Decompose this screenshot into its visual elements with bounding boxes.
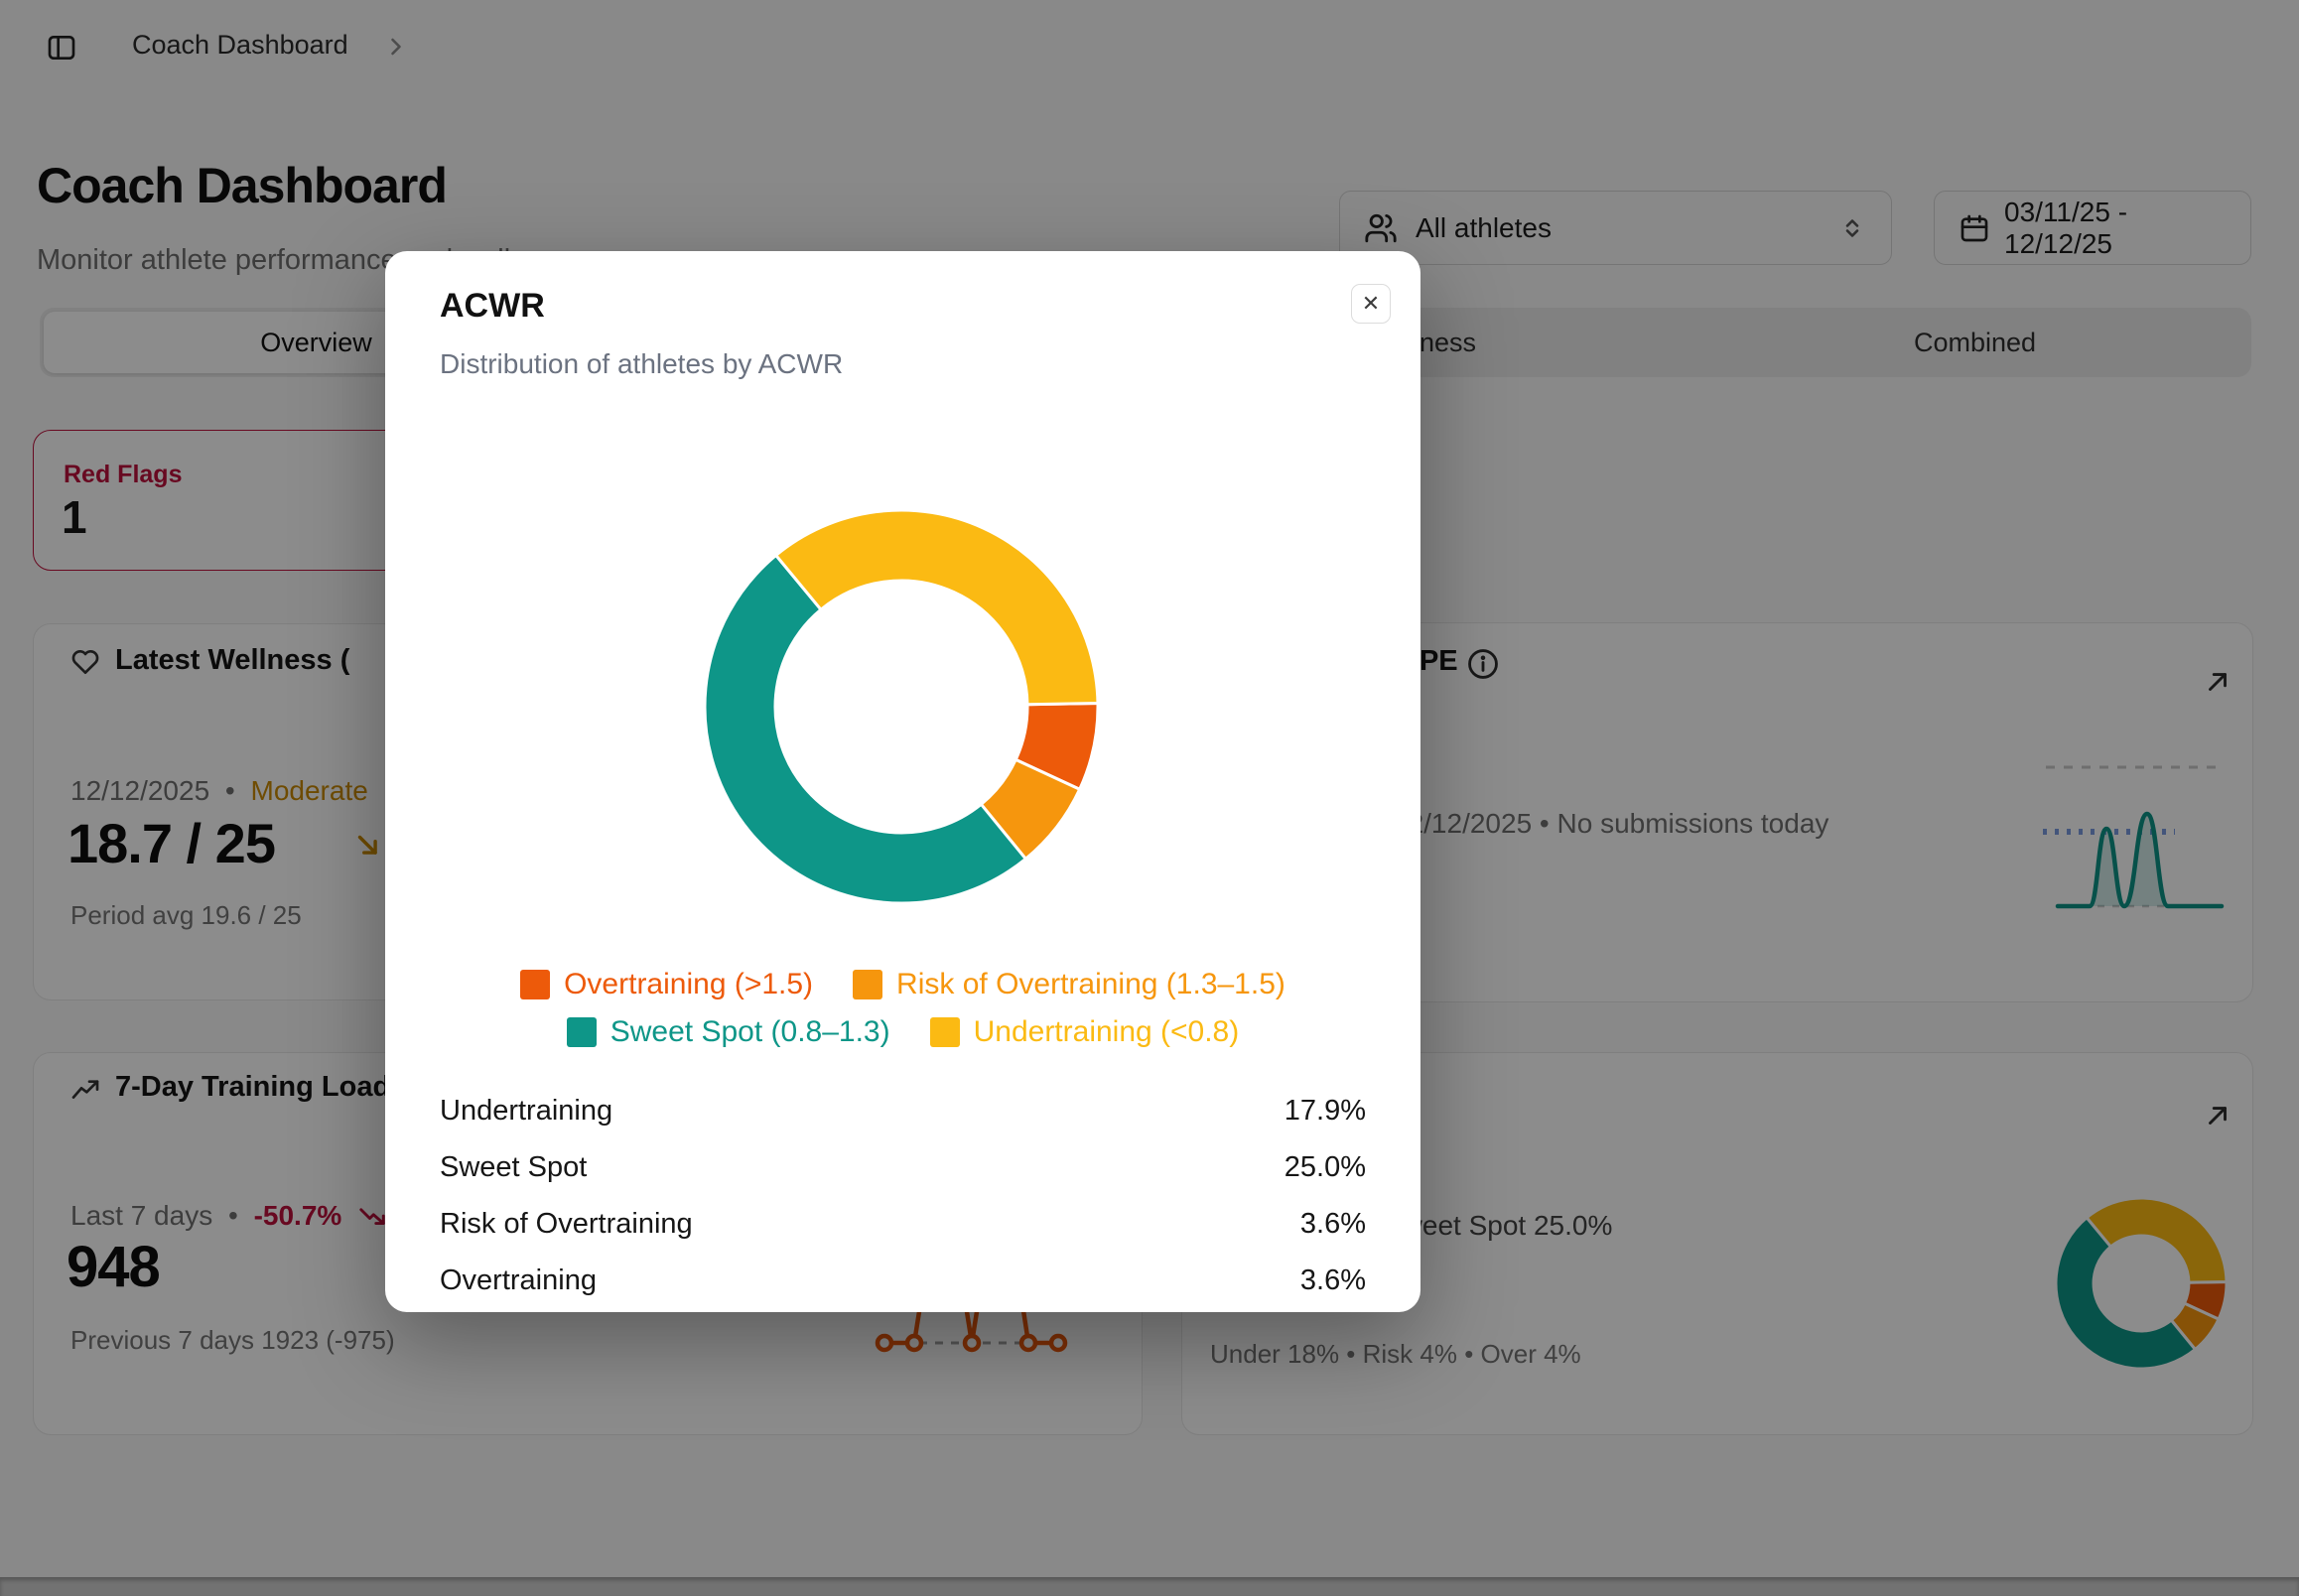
app-window: Coach Dashboard Coach Dashboard Monitor … xyxy=(0,0,2299,1596)
legend-label: Undertraining (<0.8) xyxy=(974,1015,1240,1049)
stat-value: 3.6% xyxy=(1300,1264,1366,1297)
legend-label: Overtraining (>1.5) xyxy=(564,968,813,1001)
acwr-modal: ACWR Distribution of athletes by ACWR ✕ … xyxy=(385,251,1420,1312)
legend-item: Sweet Spot (0.8–1.3) xyxy=(567,1015,890,1049)
legend-item: Undertraining (<0.8) xyxy=(930,1015,1240,1049)
stat-value: 17.9% xyxy=(1285,1095,1366,1128)
acwr-stats: Undertraining 17.9% Sweet Spot 25.0% Risk of… xyxy=(440,1083,1366,1309)
stat-label: Undertraining xyxy=(440,1095,612,1128)
legend-item: Risk of Overtraining (1.3–1.5) xyxy=(853,968,1285,1001)
acwr-legend-row-2: Sweet Spot (0.8–1.3) Undertraining (<0.8) xyxy=(385,1015,1420,1049)
legend-swatch xyxy=(853,970,882,999)
legend-item: Overtraining (>1.5) xyxy=(520,968,813,1001)
stat-value: 3.6% xyxy=(1300,1208,1366,1241)
legend-swatch xyxy=(520,970,550,999)
stat-row: Risk of Overtraining 3.6% xyxy=(440,1196,1366,1253)
stat-label: Risk of Overtraining xyxy=(440,1208,693,1241)
stat-row: Overtraining 3.6% xyxy=(440,1253,1366,1309)
acwr-donut-chart xyxy=(703,508,1100,905)
modal-title: ACWR xyxy=(440,287,545,326)
acwr-legend-row-1: Overtraining (>1.5) Risk of Overtraining … xyxy=(385,968,1420,1001)
legend-swatch xyxy=(567,1017,597,1047)
modal-subtitle: Distribution of athletes by ACWR xyxy=(440,348,843,380)
close-button[interactable]: ✕ xyxy=(1351,284,1391,324)
legend-swatch xyxy=(930,1017,960,1047)
legend-label: Risk of Overtraining (1.3–1.5) xyxy=(896,968,1285,1001)
stat-label: Overtraining xyxy=(440,1264,597,1297)
stat-label: Sweet Spot xyxy=(440,1151,587,1184)
legend-label: Sweet Spot (0.8–1.3) xyxy=(610,1015,890,1049)
stat-value: 25.0% xyxy=(1285,1151,1366,1184)
stat-row: Sweet Spot 25.0% xyxy=(440,1139,1366,1196)
stat-row: Undertraining 17.9% xyxy=(440,1083,1366,1139)
